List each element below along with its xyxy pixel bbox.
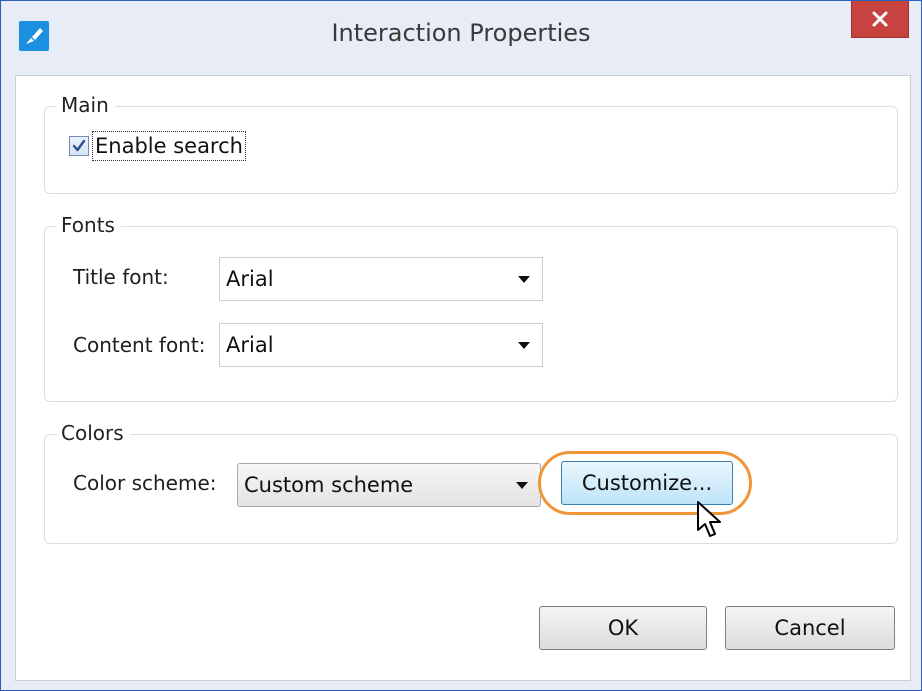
main-group-title: Main bbox=[57, 91, 115, 119]
title-bar[interactable]: Interaction Properties bbox=[1, 1, 921, 75]
ok-button[interactable]: OK bbox=[539, 606, 707, 650]
fonts-group-title: Fonts bbox=[57, 211, 121, 239]
close-icon bbox=[872, 11, 888, 27]
color-scheme-select[interactable]: Custom scheme bbox=[237, 463, 541, 507]
chevron-down-icon bbox=[518, 341, 530, 349]
colors-group-title: Colors bbox=[57, 419, 130, 447]
customize-button[interactable]: Customize... bbox=[561, 461, 733, 505]
dialog-content: Main Enable search Fonts Title font: Ari… bbox=[15, 75, 911, 681]
color-scheme-label: Color scheme: bbox=[73, 471, 217, 495]
chevron-down-icon bbox=[516, 481, 528, 489]
dialog-title: Interaction Properties bbox=[331, 19, 591, 47]
content-font-value: Arial bbox=[226, 333, 274, 357]
content-font-label: Content font: bbox=[73, 333, 206, 357]
color-scheme-value: Custom scheme bbox=[244, 473, 414, 497]
close-button[interactable] bbox=[851, 1, 909, 38]
fonts-groupbox: Fonts Title font: Arial Content font: Ar… bbox=[44, 211, 898, 402]
main-groupbox: Main Enable search bbox=[44, 91, 898, 194]
title-font-label: Title font: bbox=[73, 265, 169, 289]
enable-search-label[interactable]: Enable search bbox=[92, 131, 246, 161]
content-font-select[interactable]: Arial bbox=[219, 323, 543, 367]
enable-search-row[interactable]: Enable search bbox=[69, 131, 246, 161]
title-font-value: Arial bbox=[226, 267, 274, 291]
cancel-button[interactable]: Cancel bbox=[725, 606, 895, 650]
chevron-down-icon bbox=[518, 275, 530, 283]
dialog-window: Interaction Properties Main Enable searc… bbox=[0, 0, 922, 691]
colors-groupbox: Colors Color scheme: Custom scheme Custo… bbox=[44, 419, 898, 544]
checkmark-icon bbox=[72, 139, 86, 152]
enable-search-checkbox[interactable] bbox=[69, 136, 89, 156]
title-font-select[interactable]: Arial bbox=[219, 257, 543, 301]
